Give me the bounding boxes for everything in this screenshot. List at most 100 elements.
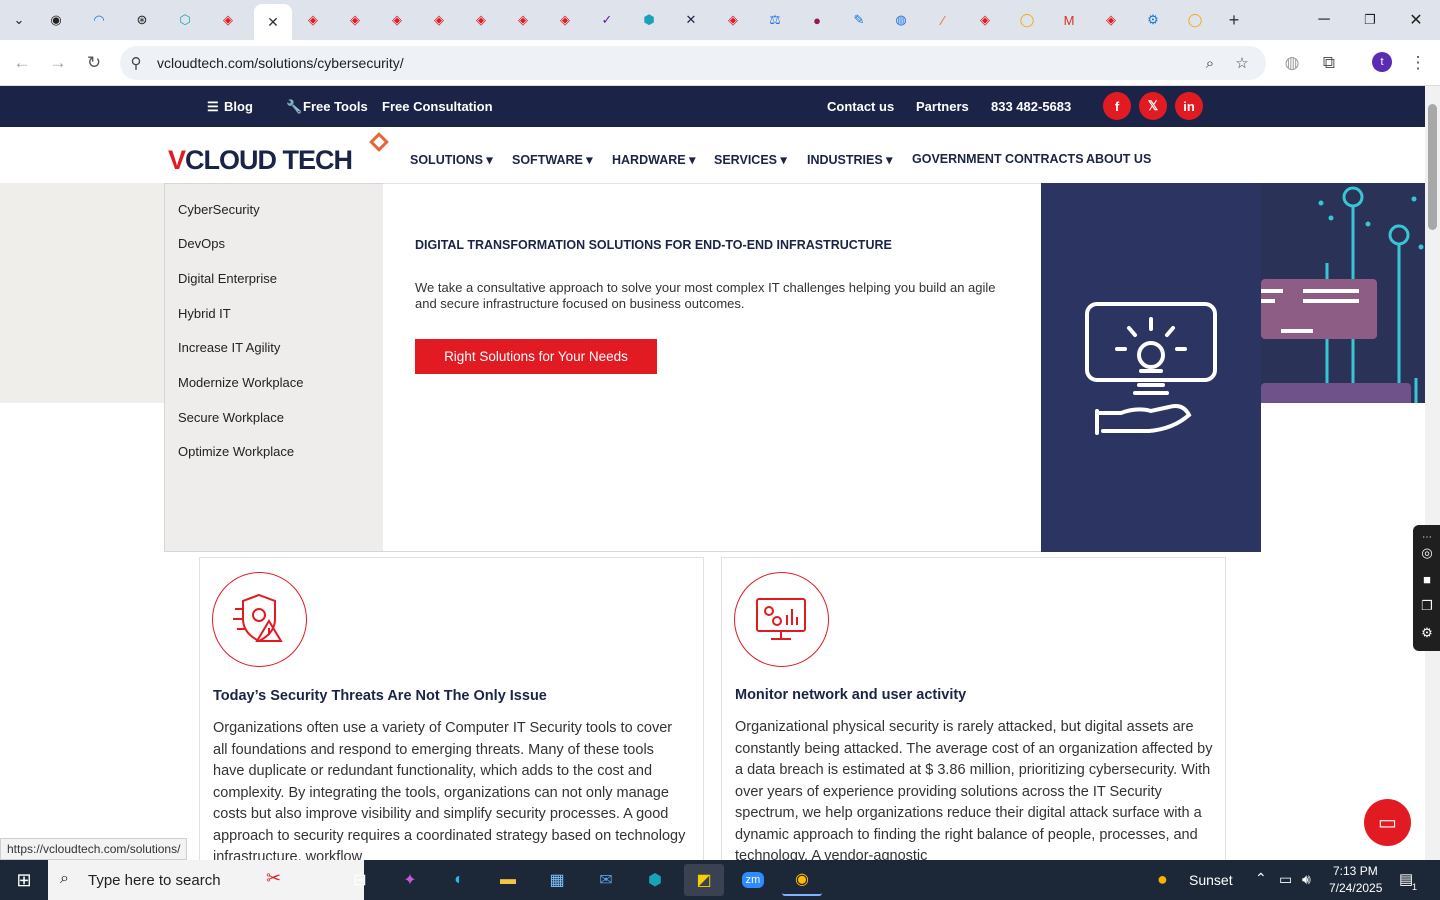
address-bar[interactable]: ⚲ vcloudtech.com/solutions/cybersecurity… — [120, 46, 1266, 80]
tab-favicon-22[interactable]: ◈ — [973, 8, 997, 32]
tab-favicon-18[interactable]: ● — [805, 8, 829, 32]
tab-favicon-12[interactable]: ◈ — [553, 8, 577, 32]
chrome-icon[interactable]: ◉ — [782, 864, 822, 896]
tab-favicon-8[interactable]: ◈ — [385, 8, 409, 32]
taskbar-search[interactable]: ⌕ Type here to search ✂ — [48, 860, 364, 900]
tab-favicon-4[interactable]: ⬡ — [173, 8, 197, 32]
windows-start-icon[interactable]: ⊞ — [0, 860, 48, 900]
window-close-button[interactable]: ✕ — [1404, 8, 1428, 32]
scrollbar-thumb[interactable] — [1428, 104, 1437, 230]
site-info-icon[interactable]: ⚲ — [126, 53, 146, 73]
zoom-app-icon[interactable]: zm — [733, 864, 773, 896]
tab-favicon-1[interactable]: ◉ — [44, 8, 68, 32]
partners-link[interactable]: Partners — [916, 99, 969, 114]
close-icon[interactable]: ✕ — [267, 14, 279, 31]
task-view-icon[interactable]: ⊟ — [340, 864, 380, 896]
phone-link[interactable]: 833 482-5683 — [991, 99, 1071, 114]
right-solutions-button[interactable]: Right Solutions for Your Needs — [415, 339, 657, 374]
tab-favicon-20[interactable]: ◍ — [889, 8, 913, 32]
tab-favicon-9[interactable]: ◈ — [427, 8, 451, 32]
tab-favicon-19[interactable]: ✎ — [847, 8, 871, 32]
tab-favicon-10[interactable]: ◈ — [469, 8, 493, 32]
submenu-hybrid-it[interactable]: Hybrid IT — [178, 306, 231, 321]
nav-industries[interactable]: INDUSTRIES ▾ — [807, 152, 892, 167]
tab-favicon-6[interactable]: ◈ — [301, 8, 325, 32]
store-icon[interactable]: ▦ — [537, 864, 577, 896]
tab-favicon-2[interactable]: ◠ — [87, 8, 111, 32]
weather-label[interactable]: Sunset — [1189, 872, 1233, 888]
submenu-secure-workplace[interactable]: Secure Workplace — [178, 410, 284, 425]
extensions-icon[interactable]: ⧉ — [1317, 51, 1341, 75]
facebook-icon[interactable]: f — [1103, 92, 1131, 120]
tab-favicon-25[interactable]: ◯ — [1183, 8, 1207, 32]
settings-gear-icon[interactable]: ⚙ — [1419, 625, 1435, 641]
nav-services[interactable]: SERVICES ▾ — [714, 152, 787, 167]
tab-favicon-14[interactable]: ⬢ — [637, 8, 661, 32]
tab-favicon-7[interactable]: ◈ — [343, 8, 367, 32]
windows-taskbar: ⊞ ⌕ Type here to search ✂ ⊟ ✦ ◐ ▬ ▦ ✉ ⬢ … — [0, 860, 1440, 900]
zoom-icon[interactable]: ⌕ — [1200, 53, 1220, 73]
sticky-notes-icon[interactable]: ◩ — [684, 864, 724, 896]
submenu-increase-it-agility[interactable]: Increase IT Agility — [178, 340, 280, 355]
submenu-cybersecurity[interactable]: CyberSecurity — [178, 202, 260, 217]
page-scrollbar[interactable] — [1425, 86, 1440, 860]
clock-date[interactable]: 7/24/2025 — [1329, 881, 1382, 895]
mail-icon[interactable]: ✉ — [586, 864, 626, 896]
contact-link[interactable]: Contact us — [827, 99, 894, 114]
browser-menu-icon[interactable]: ⋮ — [1406, 51, 1430, 75]
tab-favicon-13[interactable]: ✓ — [595, 8, 619, 32]
submenu-modernize-workplace[interactable]: Modernize Workplace — [178, 375, 303, 390]
tray-chevron-icon[interactable]: ⌃ — [1255, 870, 1267, 887]
submenu-digital-enterprise[interactable]: Digital Enterprise — [178, 271, 277, 286]
taskbar-search-placeholder[interactable]: Type here to search — [88, 872, 221, 889]
chat-icon[interactable]: ▭ — [1364, 799, 1411, 846]
blog-link[interactable]: Blog — [224, 99, 253, 114]
back-button[interactable]: ← — [10, 51, 34, 75]
network-icon[interactable]: ▭ — [1279, 871, 1292, 888]
minimize-button[interactable]: ─ — [1312, 8, 1336, 32]
tab-favicon-21[interactable]: ⁄ — [931, 8, 955, 32]
linkedin-icon[interactable]: in — [1175, 92, 1203, 120]
nav-government-contracts[interactable]: GOVERNMENT CONTRACTS — [912, 152, 1084, 166]
submenu-devops[interactable]: DevOps — [178, 236, 225, 251]
bookmark-star-icon[interactable]: ☆ — [1232, 53, 1252, 73]
nav-about-us[interactable]: ABOUT US — [1086, 152, 1151, 166]
forward-button[interactable]: → — [46, 51, 70, 75]
address-url[interactable]: vcloudtech.com/solutions/cybersecurity/ — [157, 55, 404, 71]
tab-favicon-5[interactable]: ◈ — [216, 8, 240, 32]
profile-avatar[interactable]: t — [1372, 52, 1392, 72]
file-explorer-icon[interactable]: ▬ — [488, 864, 528, 896]
app-icon[interactable]: ⬢ — [635, 864, 675, 896]
tab-favicon-17[interactable]: ⚖ — [763, 8, 787, 32]
nav-solutions[interactable]: SOLUTIONS ▾ — [410, 152, 493, 167]
edge-icon[interactable]: ◐ — [439, 864, 479, 896]
gear-icon[interactable]: ⚙ — [1141, 8, 1165, 32]
free-tools-link[interactable]: Free Tools — [303, 99, 368, 114]
tab-favicon-24[interactable]: ◈ — [1099, 8, 1123, 32]
tab-favicon-15[interactable]: ✕ — [679, 8, 703, 32]
tab-favicon-23[interactable]: ◯ — [1015, 8, 1039, 32]
nav-hardware[interactable]: HARDWARE ▾ — [612, 152, 695, 167]
translate-icon[interactable]: ◍ — [1280, 51, 1304, 75]
clock-time[interactable]: 7:13 PM — [1333, 864, 1378, 878]
tab-favicon-3[interactable]: ⊛ — [130, 8, 154, 32]
active-tab[interactable]: ✕ — [254, 4, 292, 40]
tab-favicon-16[interactable]: ◈ — [721, 8, 745, 32]
camera-icon[interactable]: ◎ — [1419, 545, 1435, 561]
new-tab-button[interactable]: + — [1222, 8, 1246, 32]
video-icon[interactable]: ■ — [1419, 571, 1435, 587]
more-icon[interactable]: ⋯ — [1419, 529, 1435, 545]
window-icon[interactable]: ❐ — [1419, 598, 1435, 614]
nav-software[interactable]: SOFTWARE ▾ — [512, 152, 593, 167]
volume-icon[interactable]: 🔊︎ — [1302, 871, 1311, 888]
gmail-icon[interactable]: M — [1057, 8, 1081, 32]
reload-button[interactable]: ↻ — [82, 51, 106, 75]
restore-button[interactable]: ❐ — [1358, 8, 1382, 32]
submenu-optimize-workplace[interactable]: Optimize Workplace — [178, 444, 294, 459]
free-consultation-link[interactable]: Free Consultation — [382, 99, 493, 114]
tab-favicon-11[interactable]: ◈ — [511, 8, 535, 32]
tab-search-button[interactable]: ⌄ — [7, 8, 31, 32]
x-twitter-icon[interactable]: 𝕏 — [1139, 92, 1167, 120]
site-logo[interactable]: VCLOUD TECH — [168, 145, 353, 176]
copilot-icon[interactable]: ✦ — [390, 864, 430, 896]
